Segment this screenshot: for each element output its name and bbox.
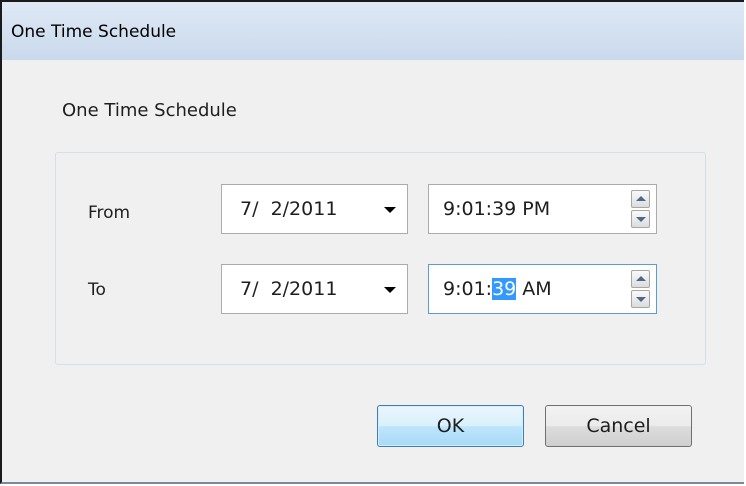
to-date-value: 7/ 2/2011 [240, 278, 338, 300]
to-time-value: 9:01:39 AM [443, 278, 552, 300]
one-time-schedule-dialog: One Time Schedule One Time Schedule From… [0, 0, 744, 484]
to-time-spinner [631, 270, 650, 308]
to-time-suffix: AM [516, 278, 552, 300]
to-date-picker[interactable]: 7/ 2/2011 [221, 264, 408, 314]
from-label: From [88, 203, 131, 223]
window-title: One Time Schedule [11, 22, 177, 42]
from-time-spin-up-icon[interactable] [631, 190, 650, 208]
to-time-picker[interactable]: 9:01:39 AM [428, 264, 657, 314]
cancel-button[interactable]: Cancel [545, 405, 692, 447]
from-time-picker[interactable]: 9:01:39 PM [428, 184, 657, 234]
schedule-group-box: From 7/ 2/2011 9:01:39 PM To 7/ 2/2011 9… [55, 152, 706, 365]
to-time-selected-seconds[interactable]: 39 [492, 278, 517, 300]
to-label: To [88, 280, 106, 300]
from-date-value: 7/ 2/2011 [240, 198, 338, 220]
to-time-prefix: 9:01: [443, 278, 493, 300]
from-date-picker[interactable]: 7/ 2/2011 [221, 184, 408, 234]
from-time-spinner [631, 190, 650, 228]
from-time-spin-down-icon[interactable] [631, 210, 650, 228]
from-time-value: 9:01:39 PM [443, 198, 551, 220]
to-time-spin-down-icon[interactable] [631, 290, 650, 308]
ok-button[interactable]: OK [377, 405, 524, 447]
section-heading: One Time Schedule [62, 100, 237, 121]
title-bar[interactable]: One Time Schedule [2, 2, 744, 60]
to-date-dropdown-icon[interactable] [384, 287, 396, 293]
to-time-spin-up-icon[interactable] [631, 270, 650, 288]
from-date-dropdown-icon[interactable] [384, 207, 396, 213]
